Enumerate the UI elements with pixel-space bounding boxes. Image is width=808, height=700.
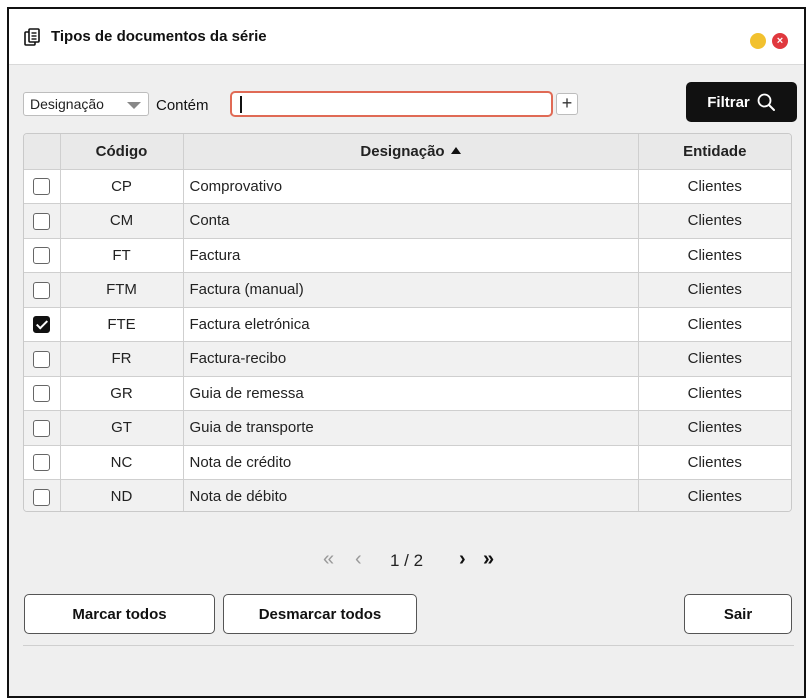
cell-designation: Factura eletrónica (182, 306, 639, 342)
table-row[interactable]: FTE Factura eletrónica Clientes (24, 306, 791, 342)
table-row[interactable]: NC Nota de crédito Clientes (24, 444, 791, 480)
page-indicator: 1 / 2 (390, 551, 424, 570)
row-checkbox-cell[interactable] (24, 341, 61, 377)
row-checkbox-cell[interactable] (24, 272, 61, 308)
minimize-button[interactable] (750, 33, 766, 49)
cell-entity: Clientes (637, 272, 791, 308)
cell-code: FTM (59, 272, 184, 308)
close-icon: × (776, 34, 784, 47)
search-icon (757, 93, 775, 111)
header-code[interactable]: Código (59, 134, 184, 170)
cell-entity: Clientes (637, 203, 791, 239)
cell-entity: Clientes (637, 168, 791, 204)
cell-entity: Clientes (637, 306, 791, 342)
documents-table: Código Designação Entidade CP Comprovativ… (23, 133, 792, 512)
unmark-all-button[interactable]: Desmarcar todos (223, 594, 417, 634)
chevron-down-icon (127, 102, 141, 109)
table-row[interactable]: GR Guia de remessa Clientes (24, 375, 791, 411)
text-cursor (240, 96, 242, 113)
search-input[interactable] (230, 91, 553, 117)
row-checkbox[interactable] (33, 178, 51, 196)
row-checkbox[interactable] (33, 247, 51, 265)
cell-code: FT (59, 237, 184, 273)
next-page-button[interactable]: › (459, 547, 466, 571)
table-row[interactable]: FTM Factura (manual) Clientes (24, 272, 791, 308)
cell-code: NC (59, 444, 184, 480)
cell-entity: Clientes (637, 410, 791, 446)
table-header-row: Código Designação Entidade (24, 134, 791, 170)
cell-entity: Clientes (637, 341, 791, 377)
table-row[interactable]: CM Conta Clientes (24, 203, 791, 239)
first-page-button[interactable]: « (323, 547, 334, 571)
cell-designation: Nota de débito (182, 479, 639, 511)
filter-button-label: Filtrar (707, 93, 750, 111)
header-code-label: Código (95, 142, 148, 160)
close-button[interactable]: × (772, 33, 788, 49)
cell-designation: Factura (182, 237, 639, 273)
row-checkbox-cell[interactable] (24, 410, 61, 446)
cell-designation: Factura-recibo (182, 341, 639, 377)
cell-designation: Guia de remessa (182, 375, 639, 411)
row-checkbox-cell[interactable] (24, 444, 61, 480)
cell-designation: Nota de crédito (182, 444, 639, 480)
row-checkbox-cell[interactable] (24, 203, 61, 239)
cell-code: ND (59, 479, 184, 511)
row-checkbox[interactable] (33, 419, 51, 437)
footer-divider (23, 645, 794, 646)
header-entity-label: Entidade (683, 142, 747, 160)
field-select-value: Designação (30, 96, 104, 112)
table-row[interactable]: FR Factura-recibo Clientes (24, 341, 791, 377)
cell-designation: Guia de transporte (182, 410, 639, 446)
cell-code: FR (59, 341, 184, 377)
field-select[interactable]: Designação (23, 92, 149, 116)
row-checkbox[interactable] (33, 212, 51, 230)
row-checkbox-cell[interactable] (24, 375, 61, 411)
filter-toolbar: Designação Contém + Filtrar (23, 82, 797, 122)
cell-code: GR (59, 375, 184, 411)
row-checkbox[interactable] (33, 454, 51, 472)
condition-label: Contém (156, 97, 209, 114)
window-title: Tipos de documentos da série (51, 28, 267, 45)
mark-all-button[interactable]: Marcar todos (24, 594, 215, 634)
header-entity[interactable]: Entidade (637, 134, 791, 170)
header-designation[interactable]: Designação (182, 134, 639, 170)
cell-designation: Comprovativo (182, 168, 639, 204)
last-page-button[interactable]: » (483, 547, 494, 571)
cell-code: CP (59, 168, 184, 204)
prev-page-button[interactable]: ‹ (355, 547, 362, 571)
pagination: « ‹ 1 / 2 › » (9, 547, 804, 573)
header-select (24, 134, 61, 170)
exit-button[interactable]: Sair (684, 594, 792, 634)
cell-code: FTE (59, 306, 184, 342)
row-checkbox-cell[interactable] (24, 479, 61, 511)
cell-designation: Factura (manual) (182, 272, 639, 308)
row-checkbox-cell[interactable] (24, 306, 61, 342)
sort-ascending-icon (450, 146, 461, 154)
title-bar: Tipos de documentos da série × (9, 9, 804, 65)
table-row[interactable]: GT Guia de transporte Clientes (24, 410, 791, 446)
dialog-window: Tipos de documentos da série × Designaçã… (7, 7, 806, 698)
cell-code: GT (59, 410, 184, 446)
row-checkbox[interactable] (33, 385, 51, 403)
cell-code: CM (59, 203, 184, 239)
row-checkbox[interactable] (33, 488, 51, 506)
cell-entity: Clientes (637, 444, 791, 480)
cell-entity: Clientes (637, 375, 791, 411)
row-checkbox[interactable] (33, 350, 51, 368)
table-row[interactable]: ND Nota de débito Clientes (24, 479, 791, 511)
documents-icon (24, 27, 40, 46)
table-row[interactable]: FT Factura Clientes (24, 237, 791, 273)
cell-entity: Clientes (637, 479, 791, 511)
header-designation-label: Designação (360, 142, 445, 160)
table-row[interactable]: CP Comprovativo Clientes (24, 168, 791, 204)
row-checkbox[interactable] (33, 281, 51, 299)
row-checkbox[interactable] (33, 316, 51, 334)
cell-entity: Clientes (637, 237, 791, 273)
row-checkbox-cell[interactable] (24, 237, 61, 273)
add-filter-button[interactable]: + (556, 93, 578, 115)
filter-button[interactable]: Filtrar (686, 82, 797, 122)
row-checkbox-cell[interactable] (24, 168, 61, 204)
cell-designation: Conta (182, 203, 639, 239)
